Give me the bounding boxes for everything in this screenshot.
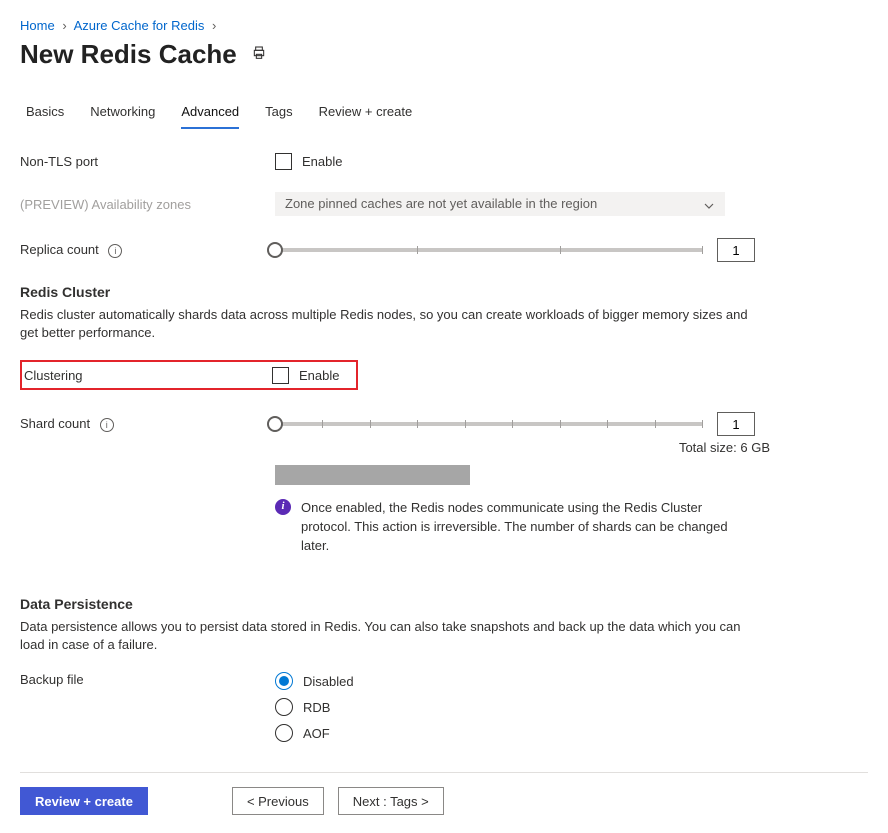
total-size-text: Total size: 6 GB	[20, 440, 770, 455]
shard-count-slider[interactable]	[275, 422, 703, 426]
tab-review[interactable]: Review + create	[319, 104, 413, 129]
next-button[interactable]: Next : Tags >	[338, 787, 444, 815]
progress-placeholder	[275, 465, 470, 485]
data-persistence-description: Data persistence allows you to persist d…	[20, 618, 760, 654]
print-icon[interactable]	[251, 45, 267, 64]
redis-cluster-heading: Redis Cluster	[20, 284, 868, 300]
tab-advanced[interactable]: Advanced	[181, 104, 239, 129]
info-icon[interactable]: i	[108, 244, 122, 258]
chevron-right-icon: ›	[212, 18, 216, 33]
non-tls-port-label: Non-TLS port	[20, 154, 275, 169]
availability-zones-label: (PREVIEW) Availability zones	[20, 197, 275, 212]
page-title: New Redis Cache	[20, 39, 237, 70]
tab-tags[interactable]: Tags	[265, 104, 292, 129]
backup-radio-aof-label: AOF	[303, 726, 330, 741]
footer-bar: Review + create < Previous Next : Tags >	[20, 772, 868, 815]
availability-zones-placeholder: Zone pinned caches are not yet available…	[285, 196, 597, 211]
backup-radio-rdb-label: RDB	[303, 700, 330, 715]
slider-thumb[interactable]	[267, 242, 283, 258]
replica-count-slider[interactable]	[275, 248, 703, 252]
redis-cluster-description: Redis cluster automatically shards data …	[20, 306, 760, 342]
backup-file-radio-group: Disabled RDB AOF	[275, 672, 354, 742]
breadcrumb-section[interactable]: Azure Cache for Redis	[74, 18, 205, 33]
non-tls-port-checkbox[interactable]	[275, 153, 292, 170]
clustering-checkbox[interactable]	[272, 367, 289, 384]
tab-basics[interactable]: Basics	[26, 104, 64, 129]
backup-radio-disabled[interactable]: Disabled	[275, 672, 354, 690]
clustering-highlight: Clustering Enable	[20, 360, 358, 390]
chevron-down-icon	[703, 196, 715, 220]
clustering-label: Clustering	[24, 368, 272, 383]
replica-count-label: Replica count i	[20, 242, 275, 258]
chevron-right-icon: ›	[62, 18, 66, 33]
tab-bar: Basics Networking Advanced Tags Review +…	[20, 104, 868, 129]
backup-radio-aof[interactable]: AOF	[275, 724, 354, 742]
non-tls-enable-text: Enable	[302, 154, 342, 169]
backup-radio-disabled-label: Disabled	[303, 674, 354, 689]
tab-networking[interactable]: Networking	[90, 104, 155, 129]
backup-file-label: Backup file	[20, 672, 275, 687]
review-create-button[interactable]: Review + create	[20, 787, 148, 815]
breadcrumb-home[interactable]: Home	[20, 18, 55, 33]
info-icon[interactable]: i	[100, 418, 114, 432]
info-icon: i	[275, 499, 291, 515]
backup-radio-rdb[interactable]: RDB	[275, 698, 354, 716]
previous-button[interactable]: < Previous	[232, 787, 324, 815]
breadcrumb: Home › Azure Cache for Redis ›	[20, 18, 868, 33]
clustering-enable-text: Enable	[299, 368, 339, 383]
availability-zones-select[interactable]: Zone pinned caches are not yet available…	[275, 192, 725, 216]
cluster-note-text: Once enabled, the Redis nodes communicat…	[301, 499, 755, 556]
slider-thumb[interactable]	[267, 416, 283, 432]
data-persistence-heading: Data Persistence	[20, 596, 868, 612]
shard-count-label: Shard count i	[20, 416, 275, 432]
shard-count-input[interactable]	[717, 412, 755, 436]
replica-count-input[interactable]	[717, 238, 755, 262]
